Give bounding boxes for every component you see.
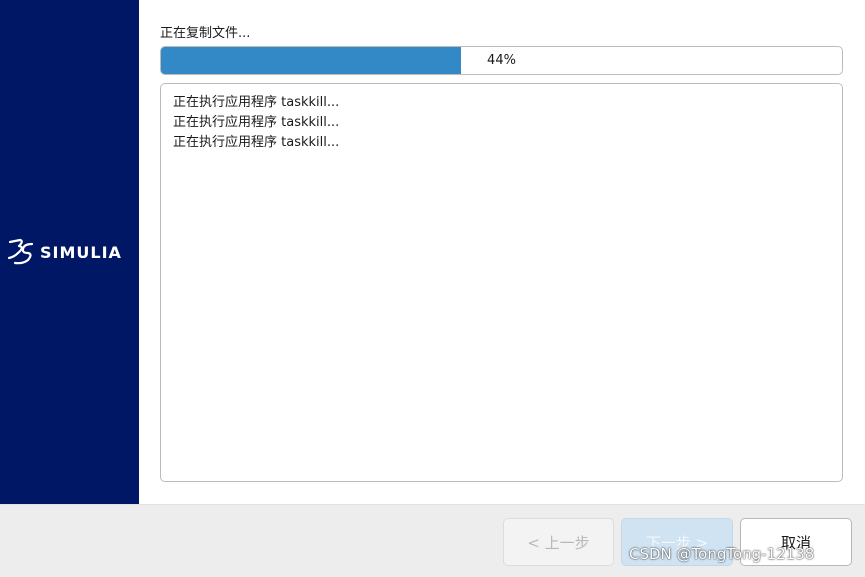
brand-name: SIMULIA <box>40 242 122 262</box>
button-bar: < 上一步 下一步 > 取消 <box>0 504 865 577</box>
status-label: 正在复制文件... <box>160 26 251 41</box>
brand-sidebar: SIMULIA <box>0 0 139 504</box>
cancel-button[interactable]: 取消 <box>740 518 852 566</box>
3ds-logo-icon <box>7 238 34 265</box>
log-line: 正在执行应用程序 taskkill... <box>173 115 340 130</box>
simulia-logo: SIMULIA <box>6 238 122 266</box>
progress-percent: 44% <box>487 53 516 68</box>
install-progress-panel: 正在复制文件... 44% 正在执行应用程序 taskkill... 正在执行应用… <box>139 0 865 504</box>
back-button[interactable]: < 上一步 <box>503 518 614 566</box>
log-line: 正在执行应用程序 taskkill... <box>173 135 340 150</box>
progress-bar: 44% <box>160 46 843 75</box>
next-button[interactable]: 下一步 > <box>621 518 733 566</box>
log-output[interactable]: 正在执行应用程序 taskkill... 正在执行应用程序 taskkill...… <box>160 83 843 482</box>
log-line: 正在执行应用程序 taskkill... <box>173 95 340 110</box>
